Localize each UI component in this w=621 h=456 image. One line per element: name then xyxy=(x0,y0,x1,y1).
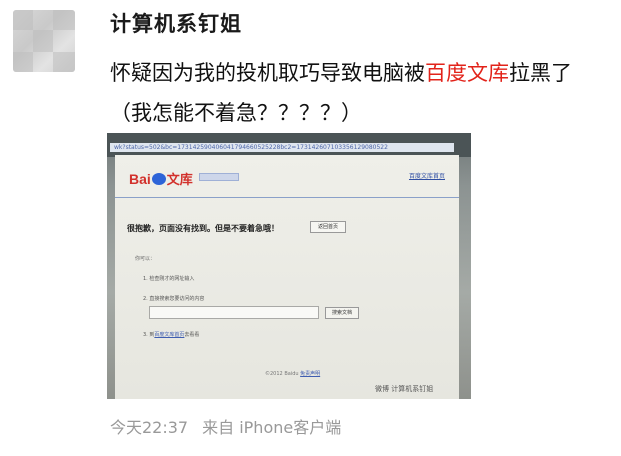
photo-search-button: 搜索文档 xyxy=(325,307,359,319)
photo-search-input xyxy=(149,306,319,319)
photo-screen: Bai 文库 百度文库首页 很抱歉，页面没有找到。但是不要着急哦！ 返回首页 你可… xyxy=(115,155,459,399)
post-text-after: 拉黑了 xyxy=(509,61,572,85)
photo-tip-1: 1. 检查刚才的网址输入 xyxy=(143,276,195,282)
header-tag xyxy=(199,173,239,181)
photo-address-bar: wk?status=502&bc=17314259040604179466052… xyxy=(110,143,454,152)
weibo-watermark: 微博 计算机系钉姐 xyxy=(375,385,434,393)
post-text-before: 怀疑因为我的投机取巧导致电脑被 xyxy=(110,61,425,85)
baidu-paw-icon xyxy=(151,173,166,185)
post-photo[interactable]: wk?status=502&bc=17314259040604179466052… xyxy=(107,133,471,399)
post-meta: 今天22:37 来自 iPhone客户端 xyxy=(110,414,341,438)
avatar[interactable] xyxy=(13,10,75,72)
post-source: 来自 iPhone客户端 xyxy=(202,418,342,437)
post-text: 怀疑因为我的投机取巧导致电脑被百度文库拉黑了 （我怎能不着急？？？？） xyxy=(110,53,610,133)
photo-tips-title: 你可以： xyxy=(135,256,156,262)
username[interactable]: 计算机系钉姐 xyxy=(110,8,242,38)
photo-back-button: 返回首页 xyxy=(310,221,346,233)
baidu-wenku-logo: Bai 文库 xyxy=(129,171,193,187)
header-divider xyxy=(115,197,459,198)
photo-copyright: ©2012 Baidu 免责声明 xyxy=(265,371,321,377)
photo-error-message: 很抱歉，页面没有找到。但是不要着急哦！ xyxy=(127,224,279,233)
post-text-line-2: （我怎能不着急？？？？） xyxy=(110,101,362,125)
post-text-highlight: 百度文库 xyxy=(425,61,509,85)
photo-top-link: 百度文库首页 xyxy=(408,173,445,180)
photo-tip-3: 3. 到百度文库首页去看看 xyxy=(143,332,200,338)
photo-tip-2: 2. 直接搜索您要访问的内容 xyxy=(143,296,205,302)
post-text-line-1: 怀疑因为我的投机取巧导致电脑被百度文库拉黑了 xyxy=(110,53,610,93)
post-timestamp: 今天22:37 xyxy=(110,418,189,437)
